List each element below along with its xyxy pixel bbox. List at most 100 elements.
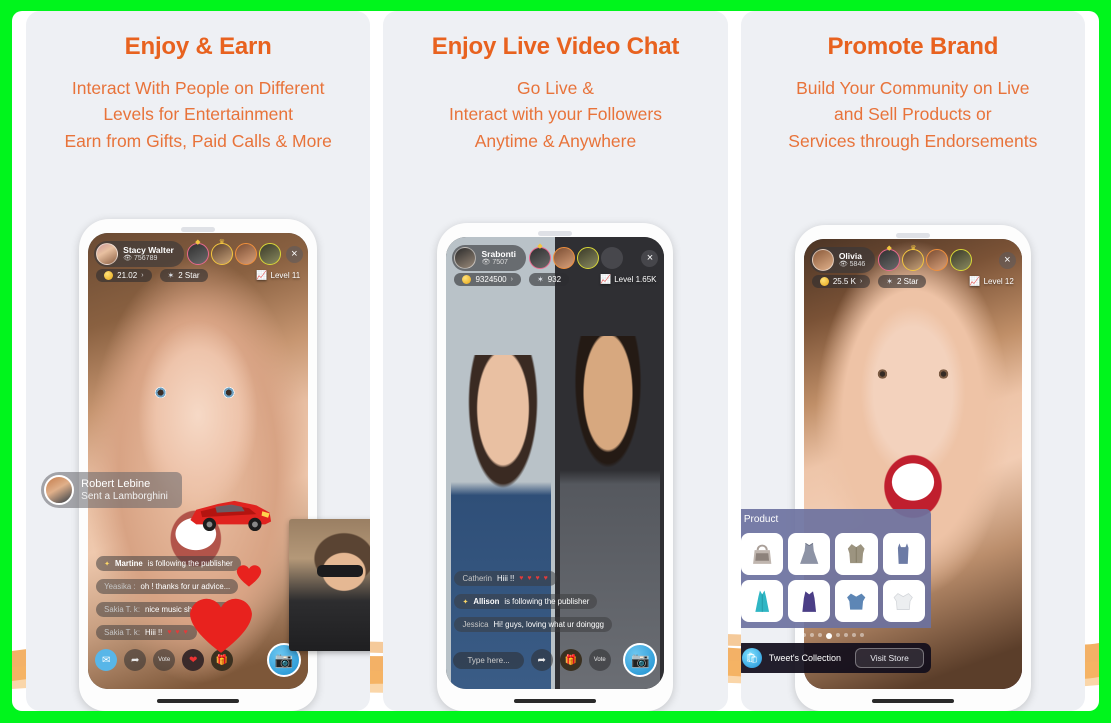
viewer-avatar[interactable] bbox=[234, 243, 257, 265]
phone-speaker bbox=[181, 227, 216, 232]
heart-reaction-icon bbox=[236, 565, 262, 587]
video-call-icon[interactable]: 📷 bbox=[623, 643, 658, 677]
chat-message: Catherin Hiii !! ♥ ♥ ♥ ♥ bbox=[454, 570, 557, 586]
heart-icons: ♥ ♥ ♥ ♥ bbox=[519, 574, 549, 582]
level-chart-icon: 📈 bbox=[256, 270, 268, 280]
viewer-avatars: ◆ ♛ bbox=[186, 239, 281, 265]
level-badge[interactable]: 📈 Level 12 bbox=[969, 276, 1013, 287]
product-item-grey-flare-dress[interactable] bbox=[788, 532, 831, 575]
pagination-dot[interactable] bbox=[801, 633, 806, 637]
star-chip[interactable]: ✶ 2 Star bbox=[159, 269, 208, 282]
viewer-avatar[interactable] bbox=[926, 249, 949, 271]
chat-input[interactable]: Type here... bbox=[453, 651, 524, 669]
host-profile-pill[interactable]: Stacy Walter 👁 756789 bbox=[94, 241, 184, 267]
visit-store-button[interactable]: Visit Store bbox=[855, 648, 924, 668]
chat-message: Sakia T. k: Hiii !! ♥ ♥ ♥ bbox=[96, 625, 197, 640]
product-item-purple-dress[interactable] bbox=[788, 579, 831, 622]
phone-mockup-wrapper: Olivia 👁 5846 ◆ ♛ × 25.5 K › ✶ 2 Star 📈 … bbox=[740, 225, 1085, 711]
pagination-dot[interactable] bbox=[851, 633, 856, 637]
live-header: Olivia 👁 5846 ◆ ♛ × bbox=[809, 245, 1016, 273]
chat-author: Sakia T. k: bbox=[104, 605, 140, 614]
product-panel-header: Product bbox=[740, 508, 931, 529]
coin-icon bbox=[462, 275, 472, 284]
pagination-dot[interactable] bbox=[809, 633, 814, 637]
follower-count: 5846 bbox=[849, 260, 866, 268]
product-grid bbox=[740, 528, 931, 628]
badge-icon: ◆ bbox=[886, 245, 892, 252]
level-badge[interactable]: 📈 Level 1.65K bbox=[600, 274, 656, 285]
close-icon[interactable]: × bbox=[285, 245, 303, 263]
viewer-avatar[interactable] bbox=[600, 247, 623, 269]
gift-notification-toast: Robert Lebine Sent a Lamborghini bbox=[41, 472, 182, 508]
gift-sender-avatar bbox=[44, 475, 75, 505]
pagination-dot-active[interactable] bbox=[825, 633, 832, 639]
panel-subtitle: Go Live & Interact with your Followers A… bbox=[448, 78, 662, 151]
pagination-dot[interactable] bbox=[835, 633, 840, 637]
viewer-avatar[interactable] bbox=[950, 249, 973, 271]
chat-message: ✦ Martine is following the publisher bbox=[96, 556, 241, 571]
viewer-avatar[interactable]: ◆ bbox=[878, 245, 901, 271]
phone-mockup-wrapper: Stacy Walter 👁 756789 ◆ ♛ × 21.02 › ✶ 2 … bbox=[26, 219, 371, 711]
viewer-avatar[interactable] bbox=[258, 243, 281, 265]
pagination-dot[interactable] bbox=[859, 633, 864, 637]
chat-author: Allison bbox=[473, 597, 500, 606]
gift-description: Sent a Lamborghini bbox=[81, 490, 168, 502]
share-icon[interactable]: ➦ bbox=[530, 649, 553, 671]
pagination-dot[interactable] bbox=[817, 633, 822, 637]
product-item-blue-top[interactable] bbox=[835, 579, 878, 622]
share-icon[interactable]: ➦ bbox=[124, 649, 147, 671]
live-header: Stacy Walter 👁 756789 ◆ ♛ × bbox=[94, 239, 303, 267]
pagination-dot[interactable] bbox=[843, 633, 848, 637]
star-chip[interactable]: ✶ 932 bbox=[528, 273, 570, 286]
coin-balance-chip[interactable]: 21.02 › bbox=[96, 269, 152, 282]
crown-icon: ♛ bbox=[910, 245, 917, 252]
vote-icon[interactable]: Vote bbox=[588, 649, 611, 671]
chevron-right-icon: › bbox=[859, 278, 863, 285]
coin-balance-chip[interactable]: 9324500 › bbox=[454, 273, 521, 286]
level-badge[interactable]: 📈 Level 11 bbox=[256, 270, 300, 281]
viewer-avatar[interactable]: ◆ bbox=[528, 243, 551, 269]
product-pagination-dots[interactable] bbox=[741, 628, 931, 643]
live-stats-row: 21.02 › ✶ 2 Star 📈 Level 11 bbox=[96, 269, 300, 282]
viewer-avatar[interactable] bbox=[552, 247, 575, 269]
panel-subtitle: Interact With People on Different Levels… bbox=[64, 78, 332, 151]
gift-icon[interactable]: 🎁 bbox=[559, 649, 582, 671]
viewer-avatar[interactable]: ◆ bbox=[186, 239, 209, 265]
star-icon: ✶ bbox=[536, 275, 544, 284]
viewer-avatar[interactable]: ♛ bbox=[902, 245, 925, 271]
close-icon[interactable]: × bbox=[998, 251, 1016, 269]
host-profile-pill[interactable]: Olivia 👁 5846 bbox=[809, 247, 876, 273]
viewer-avatar[interactable]: ♛ bbox=[210, 239, 233, 265]
message-icon[interactable]: ✉ bbox=[95, 649, 118, 671]
badge-icon: ◆ bbox=[537, 243, 543, 250]
live-action-bar: Type here... ➦ 🎁 Vote 📷 bbox=[453, 643, 658, 677]
panel-title: Enjoy & Earn bbox=[124, 33, 272, 60]
host-profile-pill[interactable]: Srabonti 👁 7507 bbox=[452, 245, 526, 271]
host-avatar bbox=[96, 243, 119, 265]
level-chart-icon: 📈 bbox=[969, 276, 981, 286]
coin-balance-chip[interactable]: 25.5 K › bbox=[811, 275, 871, 288]
store-name: Tweet's Collection bbox=[768, 653, 842, 663]
chevron-right-icon: › bbox=[510, 276, 513, 283]
store-bar: 🛍 Tweet's Collection Visit Store bbox=[740, 643, 931, 673]
close-icon[interactable]: × bbox=[641, 249, 659, 267]
product-item-teal-gown[interactable] bbox=[740, 579, 784, 622]
star-chip[interactable]: ✶ 2 Star bbox=[878, 275, 927, 288]
product-item-white-tee[interactable] bbox=[882, 579, 925, 622]
chat-text: is following the publisher bbox=[504, 597, 590, 606]
home-indicator bbox=[514, 699, 597, 703]
phone-speaker bbox=[538, 231, 573, 236]
pip-video-window[interactable] bbox=[289, 519, 371, 651]
vote-icon[interactable]: Vote bbox=[153, 649, 176, 671]
product-item-khaki-shirt-dress[interactable] bbox=[835, 532, 878, 575]
follower-count: 7507 bbox=[492, 258, 508, 266]
star-icon: ✶ bbox=[167, 271, 175, 280]
product-item-blue-slip-dress[interactable] bbox=[882, 532, 925, 575]
product-item-handbag[interactable] bbox=[740, 532, 784, 575]
host-name: Olivia bbox=[838, 251, 862, 261]
follow-icon: ✦ bbox=[462, 598, 469, 606]
panel-title: Promote Brand bbox=[827, 33, 999, 60]
chat-author: Martine bbox=[115, 559, 143, 568]
live-stats-row: 25.5 K › ✶ 2 Star 📈 Level 12 bbox=[811, 275, 1014, 288]
viewer-avatar[interactable] bbox=[576, 247, 599, 269]
